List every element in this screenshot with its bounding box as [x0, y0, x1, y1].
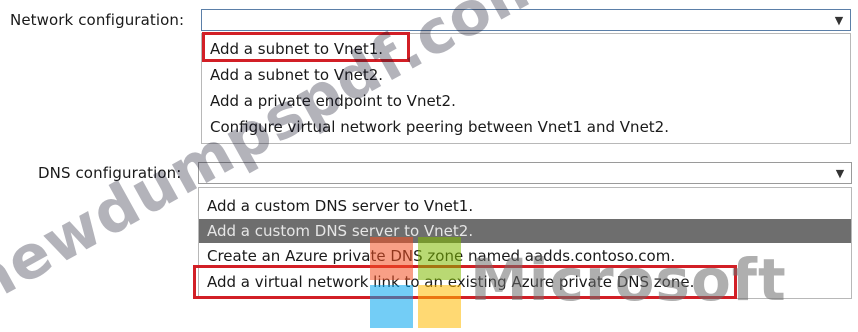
- dns-option-custom-server-vnet1[interactable]: Add a custom DNS server to Vnet1.: [199, 194, 851, 218]
- chevron-down-icon[interactable]: ▼: [829, 163, 851, 183]
- microsoft-logo-icon: [370, 237, 462, 329]
- dns-configuration-select[interactable]: ▼: [198, 162, 852, 184]
- answer-area: Network configuration: ▼ Add a subnet to…: [0, 0, 858, 332]
- watermark-brand: Microsoft: [470, 246, 787, 314]
- network-configuration-label: Network configuration:: [10, 11, 185, 29]
- chevron-down-icon[interactable]: ▼: [828, 10, 850, 30]
- dns-option-custom-server-vnet2[interactable]: Add a custom DNS server to Vnet2.: [199, 219, 851, 243]
